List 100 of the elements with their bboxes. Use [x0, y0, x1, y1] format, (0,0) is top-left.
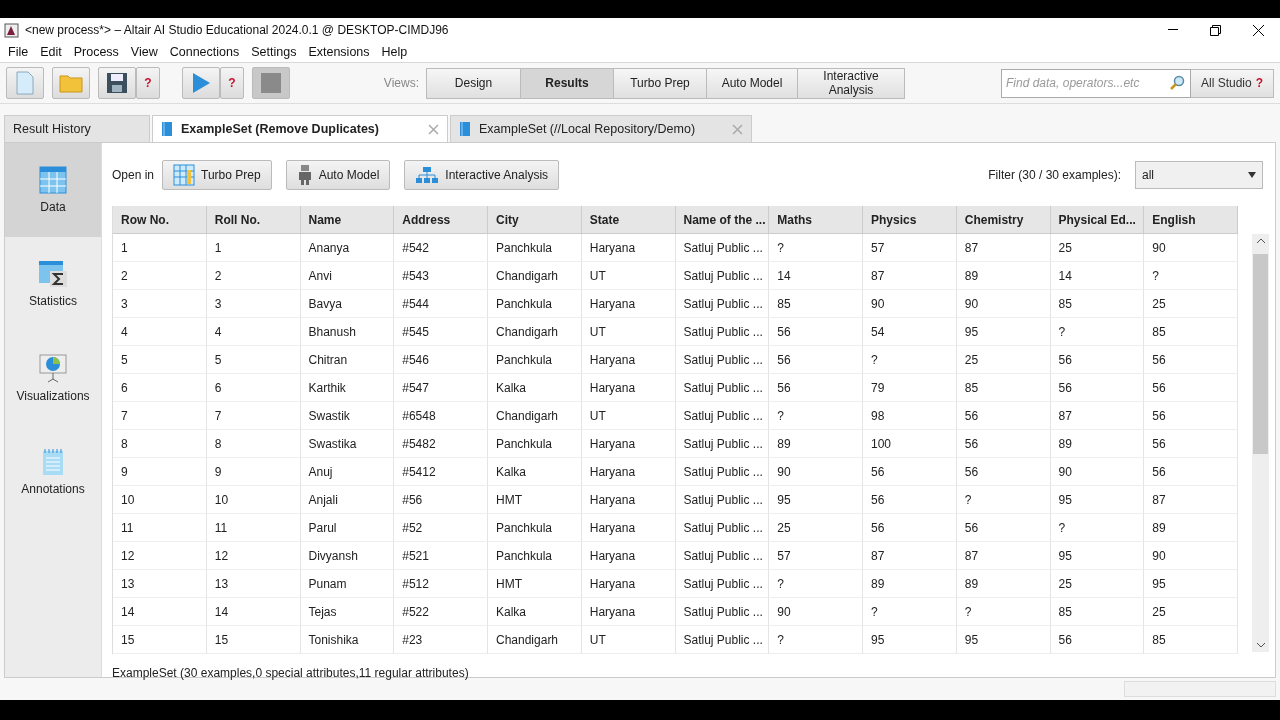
table-cell: Kalka: [488, 374, 582, 402]
column-header[interactable]: Physical Ed...: [1050, 206, 1145, 234]
result-tab[interactable]: Result History: [4, 115, 150, 142]
column-header[interactable]: Row No.: [113, 206, 207, 234]
table-cell: ?: [769, 626, 863, 654]
open-in-button[interactable]: Interactive Analysis: [404, 160, 560, 190]
table-cell: 56: [956, 402, 1051, 430]
column-header[interactable]: City: [488, 206, 582, 234]
table-cell: ?: [769, 570, 863, 598]
column-header[interactable]: State: [581, 206, 676, 234]
table-cell: 9: [206, 458, 301, 486]
table-cell: #5412: [394, 458, 488, 486]
table-cell: Panchkula: [488, 430, 582, 458]
table-cell: Swastika: [300, 430, 395, 458]
table-cell: 56: [863, 514, 957, 542]
open-in-button[interactable]: Auto Model: [285, 160, 391, 190]
table-cell: 12: [113, 542, 207, 570]
table-cell: 15: [206, 626, 301, 654]
scroll-up-icon[interactable]: [1255, 237, 1266, 245]
table-cell: Chandigarh: [488, 402, 582, 430]
sidebar-item[interactable]: Visualizations: [5, 331, 101, 425]
table-cell: Panchkula: [488, 290, 582, 318]
table-cell: UT: [581, 626, 676, 654]
menu-item[interactable]: Connections: [163, 45, 246, 59]
open-in-button[interactable]: Turbo Prep: [162, 160, 272, 190]
table-cell: Haryana: [581, 458, 676, 486]
view-tab[interactable]: Auto Model: [706, 67, 798, 99]
save-button[interactable]: [98, 67, 136, 99]
table-cell: 12: [206, 542, 301, 570]
table-cell: 3: [113, 290, 207, 318]
table-cell: Ananya: [300, 234, 395, 262]
help-button[interactable]: ?: [136, 67, 160, 99]
column-header[interactable]: English: [1144, 206, 1238, 234]
sidebar-item[interactable]: Statistics: [5, 237, 101, 331]
table-cell: Chandigarh: [488, 262, 582, 290]
table-cell: 56: [1050, 374, 1145, 402]
run-button[interactable]: [182, 67, 220, 99]
menu-item[interactable]: Extensions: [302, 45, 376, 59]
help-button[interactable]: ?: [220, 67, 244, 99]
view-tab[interactable]: Results: [520, 67, 614, 99]
open-button[interactable]: [52, 67, 90, 99]
vertical-scrollbar[interactable]: [1252, 234, 1269, 652]
view-tab[interactable]: Design: [426, 67, 521, 99]
view-tab[interactable]: Turbo Prep: [613, 67, 707, 99]
menu-item[interactable]: Process: [67, 45, 125, 59]
scroll-down-icon[interactable]: [1255, 641, 1266, 649]
table-cell: #5482: [394, 430, 488, 458]
menu-item[interactable]: Help: [375, 45, 414, 59]
table-cell: 56: [1050, 346, 1145, 374]
table-cell: Haryana: [581, 346, 676, 374]
table-cell: 90: [1144, 234, 1238, 262]
restore-icon[interactable]: [1210, 24, 1221, 36]
table-cell: #512: [394, 570, 488, 598]
search-icon[interactable]: [1169, 74, 1185, 91]
table-cell: 57: [863, 234, 957, 262]
column-header[interactable]: Maths: [769, 206, 863, 234]
table-cell: Satluj Public ...: [675, 542, 770, 570]
column-header[interactable]: Roll No.: [206, 206, 301, 234]
menu-item[interactable]: Edit: [34, 45, 68, 59]
column-header[interactable]: Physics: [863, 206, 957, 234]
table-cell: ?: [769, 402, 863, 430]
table-cell: 95: [956, 626, 1051, 654]
book-icon: [161, 121, 173, 137]
table-cell: Panchkula: [488, 514, 582, 542]
stop-button[interactable]: [252, 67, 290, 99]
table-cell: 57: [769, 542, 863, 570]
column-header[interactable]: Name: [300, 206, 395, 234]
sidebar-item[interactable]: Annotations: [5, 425, 101, 519]
minimize-icon[interactable]: [1167, 29, 1178, 31]
table-cell: 95: [1050, 542, 1145, 570]
search-field[interactable]: Find data, operators...etc: [1001, 68, 1191, 98]
table-cell: 56: [769, 374, 863, 402]
table-cell: Satluj Public ...: [675, 374, 770, 402]
all-studio-button[interactable]: All Studio ?: [1190, 68, 1274, 98]
table-cell: ?: [956, 598, 1051, 626]
result-tab[interactable]: ExampleSet (Remove Duplicates): [152, 115, 448, 142]
table-cell: 11: [113, 514, 207, 542]
table-cell: Bhanush: [300, 318, 395, 346]
table-cell: #542: [394, 234, 488, 262]
column-header[interactable]: Address: [394, 206, 488, 234]
table-cell: 56: [1144, 430, 1238, 458]
save-icon: [106, 72, 128, 94]
table-cell: 98: [863, 402, 957, 430]
column-header[interactable]: Chemistry: [956, 206, 1051, 234]
menu-item[interactable]: Settings: [245, 45, 303, 59]
close-icon[interactable]: [1253, 24, 1264, 36]
sidebar-item[interactable]: Data: [5, 143, 101, 237]
table-cell: HMT: [488, 570, 582, 598]
view-tab[interactable]: Interactive Analysis: [797, 67, 905, 99]
robot-icon: [296, 164, 313, 186]
menu-item[interactable]: File: [2, 45, 35, 59]
filter-dropdown[interactable]: all: [1135, 161, 1263, 189]
views-label: Views:: [383, 76, 419, 90]
table-cell: 89: [1144, 514, 1238, 542]
table-cell: 56: [863, 458, 957, 486]
column-header[interactable]: Name of the ...: [675, 206, 770, 234]
menu-item[interactable]: View: [124, 45, 164, 59]
result-tab[interactable]: ExampleSet (//Local Repository/Demo): [450, 115, 752, 142]
book-icon: [459, 121, 471, 137]
table-cell: 85: [956, 374, 1051, 402]
